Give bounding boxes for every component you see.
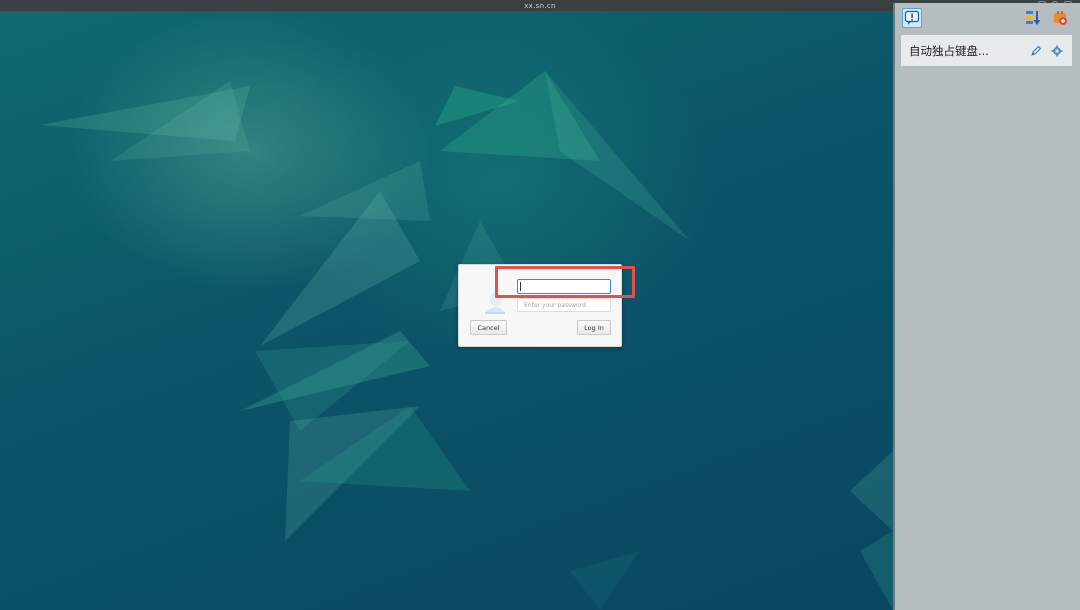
panel-toolbar bbox=[895, 3, 1080, 33]
edit-button[interactable] bbox=[1030, 45, 1042, 57]
highlight-box bbox=[495, 266, 635, 298]
login-button[interactable]: Log In bbox=[577, 320, 611, 335]
desktop-wallpaper bbox=[0, 11, 893, 610]
password-input[interactable] bbox=[517, 298, 611, 312]
plugin-icon bbox=[1054, 11, 1067, 25]
list-item[interactable]: 自动独占键盘... bbox=[901, 35, 1072, 66]
list-item-label: 自动独占键盘... bbox=[909, 43, 989, 58]
gear-icon bbox=[1051, 45, 1063, 56]
notice-button[interactable] bbox=[902, 8, 922, 28]
wallpaper-facets bbox=[40, 71, 893, 610]
window-title: xx.sn.cn bbox=[524, 1, 556, 10]
exclamation-bubble-icon bbox=[904, 10, 920, 25]
pencil-icon bbox=[1031, 45, 1042, 56]
sort-button[interactable] bbox=[1023, 8, 1043, 28]
plugin-button[interactable] bbox=[1051, 8, 1071, 28]
cancel-button[interactable]: Cancel bbox=[470, 320, 507, 335]
side-panel: 自动独占键盘... bbox=[893, 3, 1080, 610]
sort-down-icon bbox=[1026, 11, 1041, 25]
settings-button[interactable] bbox=[1051, 45, 1063, 57]
